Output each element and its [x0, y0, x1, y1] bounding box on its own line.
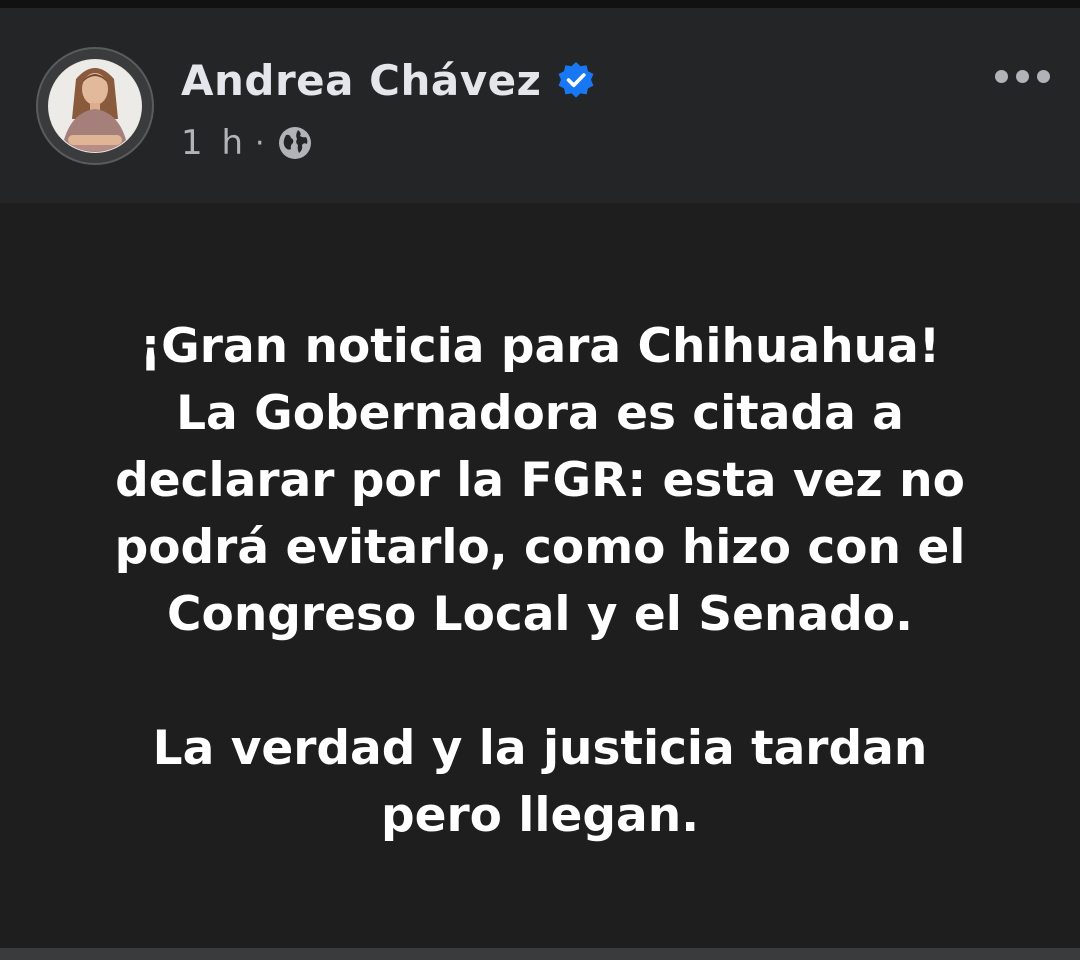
- post-meta: 1 h ·: [181, 118, 313, 168]
- post-text-line: pero llegan.: [380, 788, 700, 843]
- more-options-icon: [1036, 69, 1050, 83]
- post-timestamp[interactable]: 1 h: [181, 123, 247, 163]
- meta-separator: ·: [255, 125, 265, 161]
- post-text-line: Congreso Local y el Senado.: [167, 587, 913, 642]
- post-text-line: podrá evitarlo, como hizo con el: [114, 520, 966, 575]
- post-text-line: ¡Gran noticia para Chihuahua!: [139, 319, 941, 374]
- verified-badge-icon: [558, 62, 594, 98]
- bottom-divider: [0, 948, 1080, 960]
- post-text-line: declarar por la FGR: esta vez no: [115, 453, 965, 508]
- author-row: Andrea Chávez: [181, 50, 596, 110]
- avatar-photo: [39, 50, 151, 162]
- author-name[interactable]: Andrea Chávez: [181, 56, 542, 105]
- post-text: ¡Gran noticia para Chihuahua! La Goberna…: [40, 313, 1040, 849]
- post-body: ¡Gran noticia para Chihuahua! La Goberna…: [0, 203, 1080, 948]
- post-paragraph: La verdad y la justicia tardan pero lleg…: [40, 715, 1040, 849]
- avatar[interactable]: [36, 47, 154, 165]
- post-card: Andrea Chávez 1 h · ¡Gran noticia para C: [0, 8, 1080, 948]
- globe-icon[interactable]: [277, 125, 313, 161]
- more-options-icon: [994, 69, 1008, 83]
- post-text-line: La verdad y la justicia tardan: [152, 721, 928, 776]
- more-options-icon: [1015, 69, 1029, 83]
- more-options-button[interactable]: [984, 54, 1060, 98]
- post-paragraph: ¡Gran noticia para Chihuahua! La Goberna…: [40, 313, 1040, 648]
- post-header: Andrea Chávez 1 h ·: [0, 8, 1080, 203]
- post-text-line: La Gobernadora es citada a: [176, 386, 904, 441]
- top-divider: [0, 0, 1080, 8]
